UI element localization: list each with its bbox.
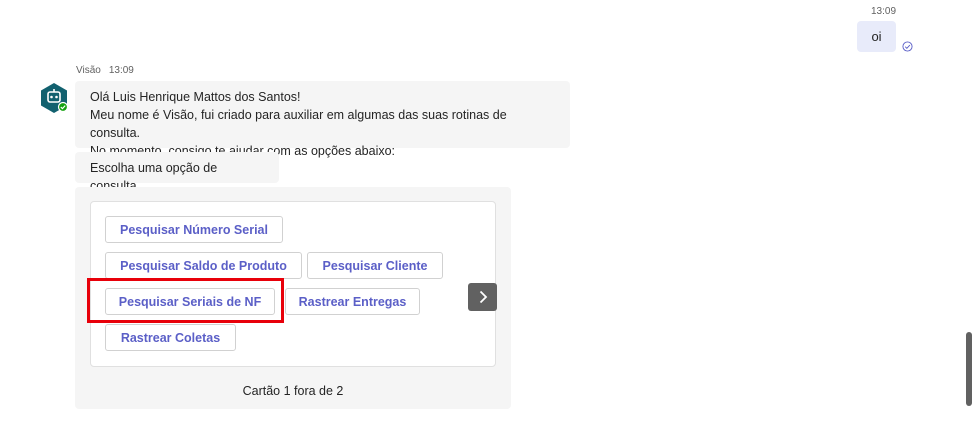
user-message-text: oi	[871, 29, 882, 44]
greeting-line: Olá Luis Henrique Mattos dos Santos!	[90, 90, 301, 104]
bot-avatar-icon[interactable]	[38, 82, 70, 114]
track-deliveries-button[interactable]: Rastrear Entregas	[285, 288, 420, 315]
chevron-right-icon	[479, 290, 487, 304]
search-product-balance-button[interactable]: Pesquisar Saldo de Produto	[105, 252, 302, 279]
next-card-button[interactable]	[468, 283, 497, 311]
search-serial-number-button[interactable]: Pesquisar Número Serial	[105, 216, 283, 243]
bot-message-meta: Visão 13:09	[76, 65, 134, 76]
search-client-button[interactable]: Pesquisar Cliente	[307, 252, 443, 279]
bot-name: Visão	[76, 65, 101, 76]
user-message-time: 13:09	[871, 6, 897, 17]
scrollbar-thumb[interactable]	[966, 332, 972, 406]
bot-greeting-bubble[interactable]: Olá Luis Henrique Mattos dos Santos! Meu…	[75, 81, 570, 158]
greeting-line: Meu nome é Visão, fui criado para auxili…	[90, 108, 507, 140]
user-message-bubble[interactable]: oi	[857, 21, 896, 52]
read-receipt-icon	[902, 41, 913, 52]
card-counter: Cartão 1 fora de 2	[242, 384, 344, 398]
highlight-box	[87, 278, 284, 323]
bot-prompt-bubble[interactable]: Escolha uma opção de consulta	[75, 152, 279, 193]
track-pickups-button[interactable]: Rastrear Coletas	[105, 324, 236, 351]
bot-message-time: 13:09	[108, 65, 134, 76]
